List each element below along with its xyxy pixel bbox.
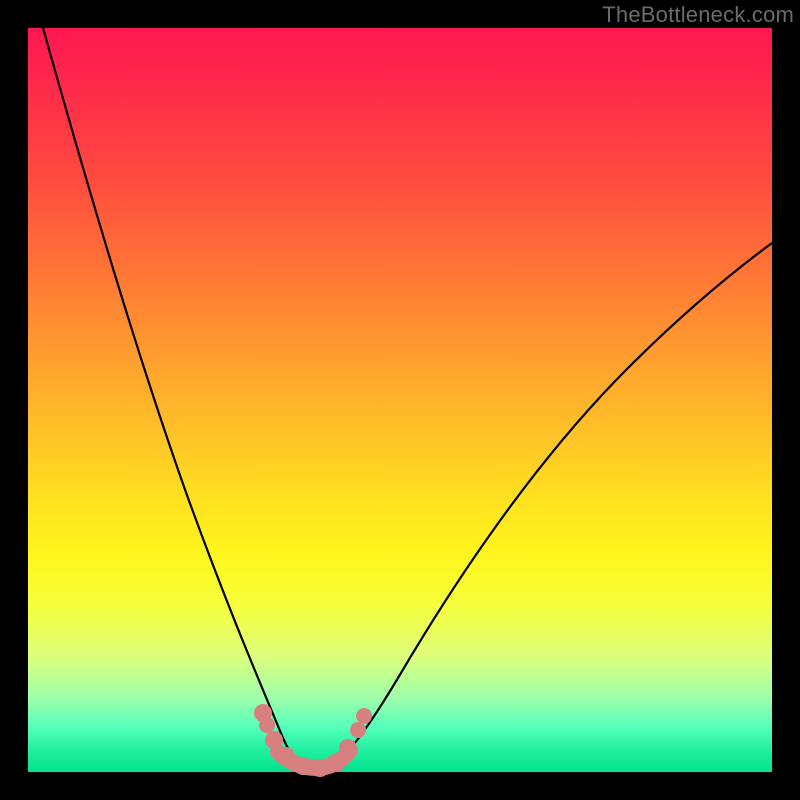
outer-frame: TheBottleneck.com xyxy=(0,0,800,800)
plot-area xyxy=(28,28,772,772)
marker-dot xyxy=(294,757,312,775)
marker-dot xyxy=(356,708,372,724)
left-curve xyxy=(43,28,306,770)
marker-dot xyxy=(327,754,345,772)
marker-dot xyxy=(259,717,275,733)
marker-dot xyxy=(277,747,295,765)
marker-dot xyxy=(350,722,366,738)
curve-layer xyxy=(28,28,772,772)
marker-dot xyxy=(339,739,357,757)
watermark-text: TheBottleneck.com xyxy=(602,2,794,28)
marker-dot xyxy=(311,759,329,777)
right-curve xyxy=(328,243,772,770)
marker-dot xyxy=(265,731,283,749)
